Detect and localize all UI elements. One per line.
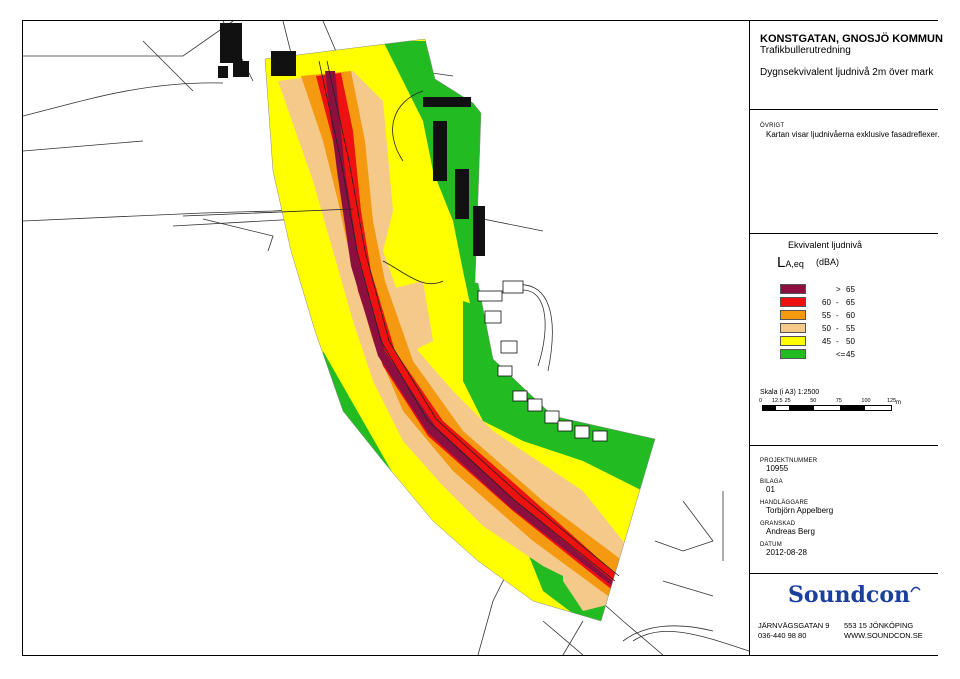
company-logo: Soundcon: [788, 582, 921, 608]
title-block: KONSTGATAN, GNOSJÖ KOMMUN Trafikbullerut…: [749, 21, 943, 655]
noise-zones: [265, 39, 655, 621]
scale-tick-label: 12.5: [771, 398, 783, 404]
legend-low: 60: [822, 298, 831, 307]
legend-high: 65: [846, 298, 855, 307]
legend-swatch: [780, 336, 806, 346]
legend-swatch: [780, 284, 806, 294]
company-postal: 553 15 JÖNKÖPING: [844, 621, 914, 630]
legend-swatch: [780, 323, 806, 333]
project-number: 10955: [766, 464, 789, 473]
legend-low: 50: [822, 324, 831, 333]
scale-bar: [762, 405, 892, 411]
legend-high: 55: [846, 324, 855, 333]
scale-segment: [775, 406, 789, 410]
appendix-number: 01: [766, 485, 775, 494]
logo-wave-icon: [910, 586, 921, 593]
legend-separator: >: [836, 285, 841, 294]
divider: [750, 109, 938, 110]
map-description: Dygnsekvivalent ljudnivå 2m över mark: [760, 67, 934, 78]
legend-separator: -: [836, 324, 839, 333]
company-web[interactable]: WWW.SOUNDCON.SE: [844, 631, 923, 640]
legend-separator: <=: [836, 350, 846, 359]
legend-high: 45: [846, 350, 855, 359]
date-value: 2012-08-28: [766, 548, 807, 557]
legend-high: 60: [846, 311, 855, 320]
divider: [750, 573, 938, 574]
legend-swatch: [780, 310, 806, 320]
scale-segment: [763, 406, 776, 410]
noise-map[interactable]: [23, 21, 749, 655]
legend-separator: -: [836, 298, 839, 307]
scale-label: Skala (i A3) 1:2500: [760, 389, 820, 396]
scale-tick-label: 50: [810, 398, 817, 404]
legend-swatch: [780, 349, 806, 359]
scale-segment: [839, 406, 866, 410]
project-title: KONSTGATAN, GNOSJÖ KOMMUN: [760, 33, 943, 45]
divider: [750, 233, 938, 234]
reviewer-name: Andreas Berg: [766, 527, 815, 536]
company-street: JÄRNVÄGSGATAN 9: [758, 621, 830, 630]
legend-swatch: [780, 297, 806, 307]
legend-low: 45: [822, 337, 831, 346]
scale-tick-label: 0: [759, 398, 763, 404]
legend-separator: -: [836, 337, 839, 346]
legend-heading: Ekvivalent ljudnivå: [788, 240, 863, 250]
scale-segment: [788, 406, 815, 410]
scale-segment: [865, 406, 891, 410]
divider: [750, 445, 938, 446]
company-phone: 036-440 98 80: [758, 631, 807, 640]
handler-name: Torbjörn Appelberg: [766, 506, 834, 515]
legend-symbol: LA,eq: [777, 254, 804, 271]
legend-low: 55: [822, 311, 831, 320]
legend-high: 65: [846, 285, 855, 294]
legend-high: 50: [846, 337, 855, 346]
scale-tick-label: 75: [835, 398, 842, 404]
project-subtitle: Trafikbullerutredning: [760, 45, 851, 56]
scale-tick-label: 100: [861, 398, 871, 404]
scale-tick-label: 125: [887, 398, 897, 404]
scale-segment: [814, 406, 840, 410]
other-text: Kartan visar ljudnivåerna exklusive fasa…: [766, 130, 940, 139]
legend-separator: -: [836, 311, 839, 320]
legend-unit: (dBA): [816, 257, 840, 267]
scale-tick-label: 25: [784, 398, 791, 404]
scale-unit: m: [896, 400, 901, 406]
other-label: ÖVRIGT: [760, 123, 785, 129]
